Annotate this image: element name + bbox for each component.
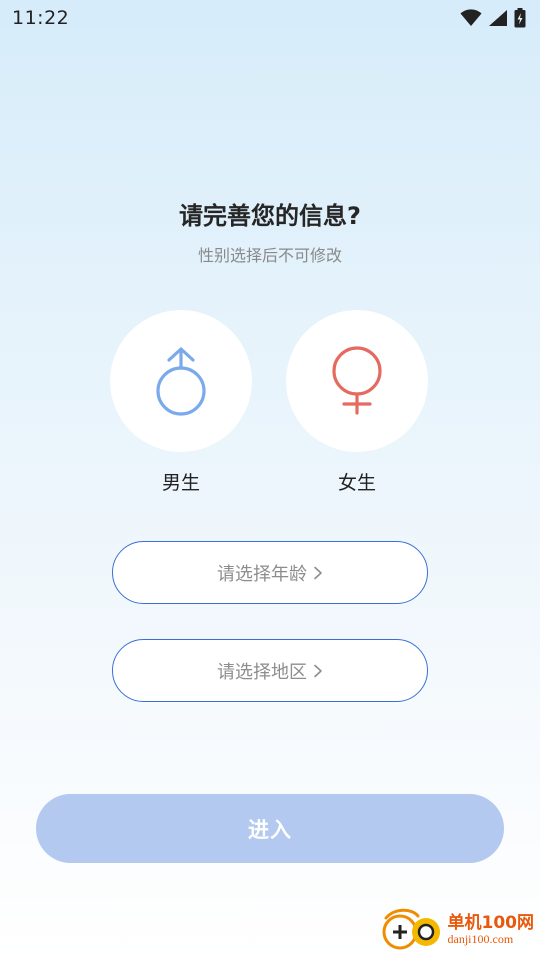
status-time: 11:22 [12,7,70,29]
watermark-text: 单机100网 danji100.com [448,914,535,946]
page-subtitle: 性别选择后不可修改 [197,246,342,265]
page-title: 请完善您的信息? [179,202,361,230]
male-label: 男生 [161,472,200,494]
status-bar: 11:22 [0,0,540,36]
chevron-right-icon [314,566,322,579]
female-label: 女生 [337,472,376,494]
region-select-label: 请选择地区 [217,661,307,683]
male-option[interactable]: 男生 [110,310,252,500]
female-symbol-icon [332,346,382,415]
battery-charging-icon [514,8,526,28]
female-circle[interactable] [286,310,428,452]
region-select[interactable]: 请选择地区 [112,639,428,702]
age-select[interactable]: 请选择年龄 [112,541,428,604]
cellular-signal-icon [489,10,507,26]
enter-button[interactable]: 进入 [36,794,504,863]
watermark: 单机100网 danji100.com [382,904,535,956]
watermark-title: 单机100网 [447,913,535,934]
age-select-label: 请选择年龄 [217,563,307,585]
watermark-logo-icon [382,908,440,950]
male-circle[interactable] [110,310,252,452]
chevron-right-icon [314,664,322,677]
watermark-url: danji100.com [447,931,514,946]
male-symbol-icon [156,347,206,416]
wifi-icon [460,9,482,26]
enter-button-label: 进入 [248,817,292,842]
status-icons [460,8,526,28]
female-option[interactable]: 女生 [286,310,428,500]
